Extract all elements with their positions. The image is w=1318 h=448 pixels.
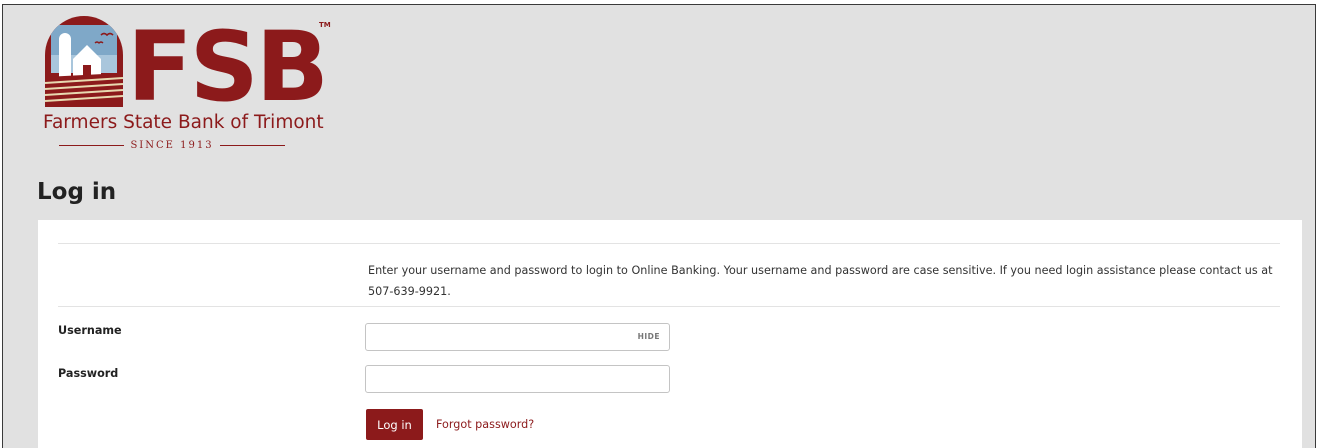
since-rule-right [219,144,286,146]
since-rule-left [59,144,125,146]
divider-top [58,243,1280,244]
barn-emblem-icon [45,16,123,107]
forgot-password-link[interactable]: Forgot password? [436,418,534,431]
password-input[interactable] [366,366,669,392]
trademark-mark: TM [319,21,331,29]
bank-logo[interactable]: FSB TM Farmers State Bank of Trimont SIN… [41,15,341,163]
username-input[interactable] [366,324,669,350]
login-button[interactable]: Log in [366,409,423,440]
since-text: SINCE 1913 [130,139,214,151]
logo-wordmark: FSB [127,11,329,123]
divider-middle [58,306,1280,307]
username-label: Username [58,324,122,337]
password-label: Password [58,367,119,380]
login-panel: Enter your username and password to logi… [38,220,1302,448]
since-line: SINCE 1913 [59,138,286,152]
username-field-wrapper: HIDE [365,323,670,351]
page-title: Log in [37,179,117,205]
page-frame: FSB TM Farmers State Bank of Trimont SIN… [2,4,1316,448]
login-instructions: Enter your username and password to logi… [368,264,1273,298]
bank-name: Farmers State Bank of Trimont [43,112,324,133]
hide-toggle-button[interactable]: HIDE [638,332,660,341]
password-field-wrapper [365,365,670,393]
